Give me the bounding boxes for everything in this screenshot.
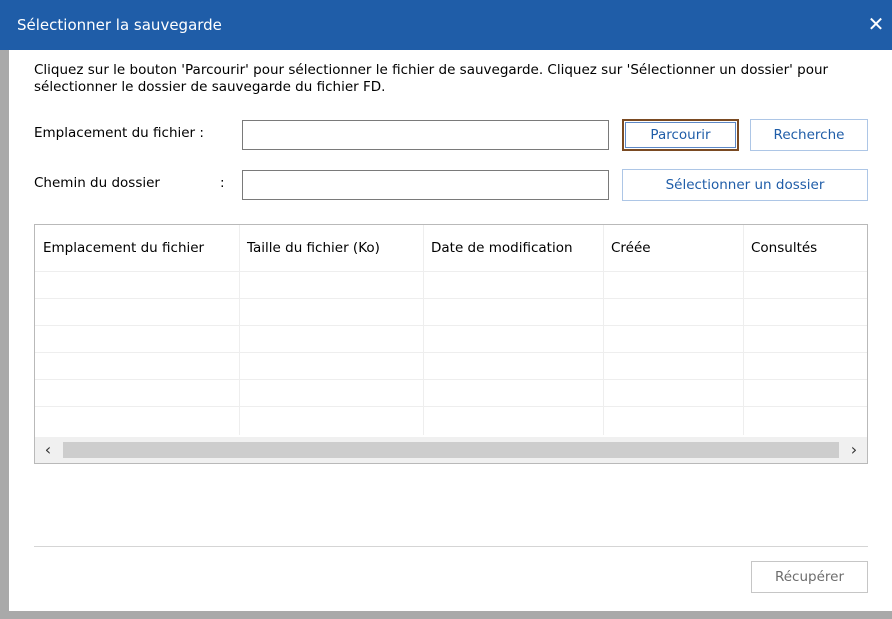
- chevron-left-icon: ‹: [44, 440, 52, 459]
- close-icon: ✕: [867, 12, 885, 36]
- browse-button[interactable]: Parcourir: [622, 119, 739, 151]
- close-button[interactable]: ✕: [862, 10, 890, 38]
- file-location-input[interactable]: [242, 120, 609, 150]
- window-left-border: [0, 50, 9, 619]
- dialog-title: Sélectionner la sauvegarde: [17, 16, 222, 34]
- column-divider: [423, 225, 424, 435]
- file-location-label: Emplacement du fichier :: [34, 125, 204, 141]
- column-header-file-location[interactable]: Emplacement du fichier: [35, 225, 239, 271]
- horizontal-scrollbar[interactable]: ‹ ›: [35, 437, 867, 463]
- select-folder-button[interactable]: Sélectionner un dossier: [622, 169, 868, 201]
- select-backup-dialog: Sélectionner la sauvegarde ✕ Cliquez sur…: [0, 0, 892, 619]
- folder-path-label: Chemin du dossier: [34, 175, 160, 191]
- scrollbar-thumb[interactable]: [63, 442, 839, 458]
- recover-button[interactable]: Récupérer: [751, 561, 868, 593]
- footer-separator: [34, 546, 868, 547]
- title-bar[interactable]: Sélectionner la sauvegarde ✕: [0, 0, 892, 50]
- column-divider: [603, 225, 604, 435]
- backup-files-table[interactable]: Emplacement du fichier Taille du fichier…: [34, 224, 868, 464]
- scroll-left-button[interactable]: ‹: [35, 437, 61, 463]
- column-divider: [239, 225, 240, 435]
- folder-path-colon: :: [220, 175, 225, 191]
- scroll-right-button[interactable]: ›: [841, 437, 867, 463]
- instructions-text: Cliquez sur le bouton 'Parcourir' pour s…: [34, 62, 829, 95]
- search-button[interactable]: Recherche: [750, 119, 868, 151]
- column-header-file-size[interactable]: Taille du fichier (Ko): [239, 225, 423, 271]
- column-header-created[interactable]: Créée: [603, 225, 743, 271]
- window-bottom-border: [0, 611, 892, 619]
- column-header-modified-date[interactable]: Date de modification: [423, 225, 603, 271]
- chevron-right-icon: ›: [850, 440, 858, 459]
- column-header-accessed[interactable]: Consultés: [743, 225, 867, 271]
- folder-path-input[interactable]: [242, 170, 609, 200]
- column-divider: [743, 225, 744, 435]
